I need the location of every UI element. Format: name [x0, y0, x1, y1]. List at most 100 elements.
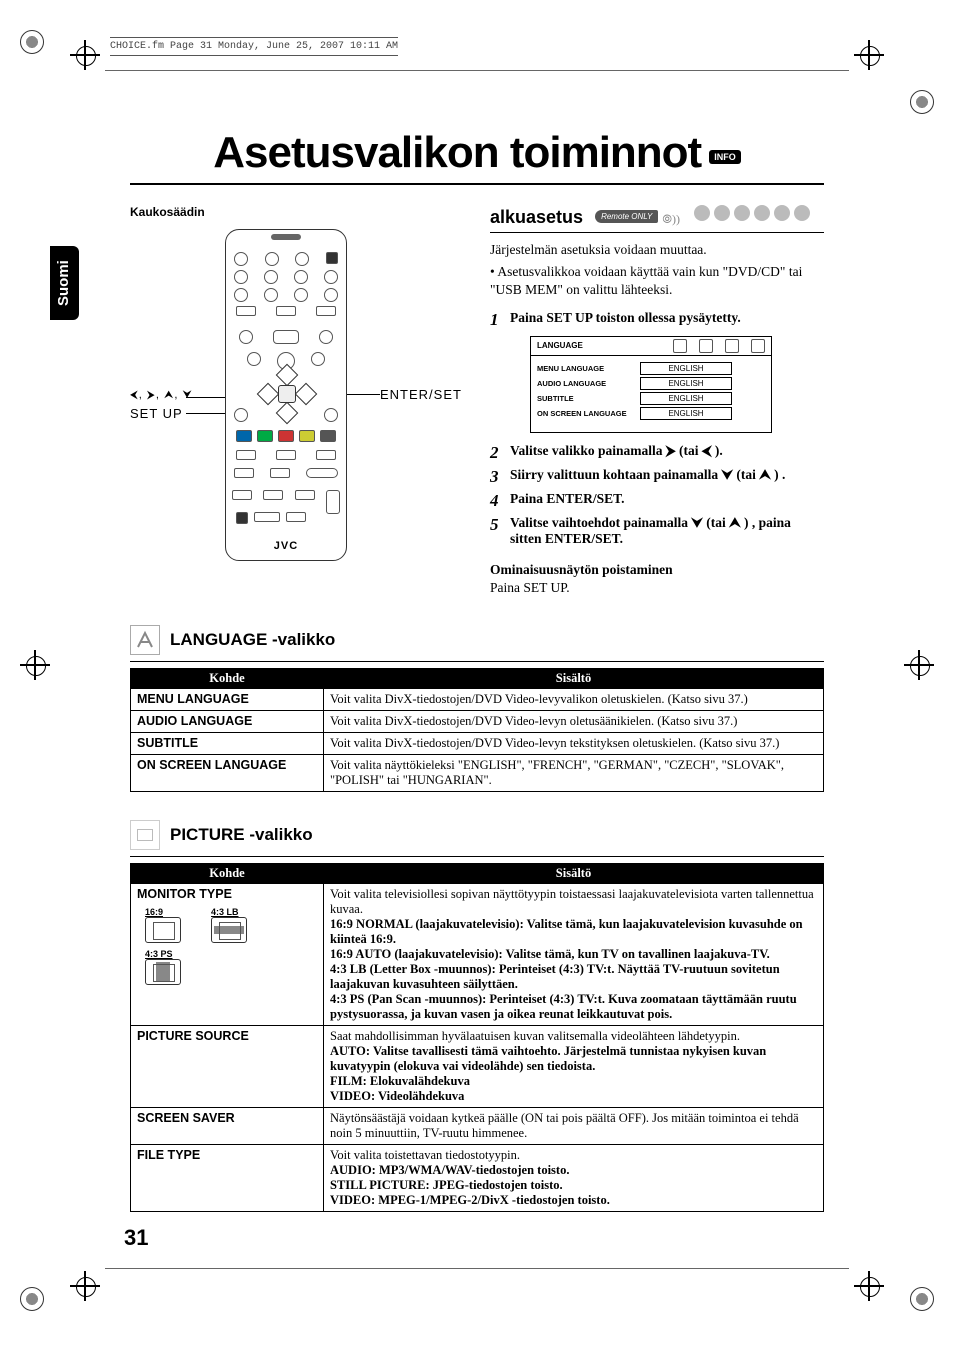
dismiss-body: Paina SET UP.: [490, 579, 824, 597]
callout-line: [345, 394, 380, 395]
remote-heading: Kaukosäädin: [130, 205, 460, 219]
rule: [130, 856, 824, 857]
table-key: FILE TYPE: [131, 1145, 324, 1212]
table-key: AUDIO LANGUAGE: [131, 711, 324, 733]
aspect-16-9-icon: [145, 917, 181, 943]
rule: [105, 70, 849, 71]
menu-key: MENU LANGUAGE: [537, 364, 632, 373]
dpad-callout: ⮜, ⮞, ⮝, ⮟: [130, 389, 193, 402]
title-block: Asetusvalikon toiminnot INFO: [70, 131, 884, 185]
setup-menu-screenshot: LANGUAGE MENU LANGUAGE ENGLISH AUDIO LANG…: [530, 336, 772, 433]
language-section-icon: [130, 625, 160, 655]
step-text: Valitse valikko painamalla ⮞ (tai ⮜ ).: [510, 443, 723, 459]
rule: [490, 232, 824, 233]
rule: [130, 661, 824, 662]
remote-only-badge: Remote ONLY: [595, 210, 658, 223]
ir-window: [271, 234, 301, 240]
other-tab-icon: [751, 339, 765, 353]
step-number: 4: [490, 491, 504, 511]
audio-tab-icon: [725, 339, 739, 353]
registration-mark: [70, 1271, 100, 1301]
col-header: Kohde: [131, 669, 324, 689]
enter-callout: ENTER/SET: [380, 387, 462, 402]
col-header: Sisältö: [324, 669, 824, 689]
step-text: Paina SET UP toiston ollessa pysäytetty.: [510, 310, 741, 326]
monitor-type-icons: 16:9 4:3 LB 4:3 PS: [137, 907, 317, 987]
language-side-tab: Suomi: [50, 246, 79, 320]
registration-mark: [20, 650, 50, 680]
table-key: MENU LANGUAGE: [131, 689, 324, 711]
decorative-dots: [690, 205, 810, 226]
section-heading: PICTURE -valikko: [130, 820, 824, 850]
col-header: Kohde: [131, 864, 324, 884]
table-key: SUBTITLE: [131, 733, 324, 755]
remote-diagram-column: Kaukosäädin ⮜, ⮞, ⮝, ⮟ SET UP ENTER/SET: [130, 205, 460, 597]
table-value: Voit valita näyttökieleksi "ENGLISH", "F…: [324, 755, 824, 792]
menu-key: SUBTITLE: [537, 394, 632, 403]
menu-value: ENGLISH: [640, 407, 732, 420]
initial-setup-column: alkuasetus Remote ONLY ⦾)) Järjestelmän …: [490, 205, 824, 597]
table-value: Voit valita DivX-tiedostojen/DVD Video-l…: [324, 733, 824, 755]
step-number: 3: [490, 467, 504, 487]
print-mark: [20, 1287, 44, 1311]
step-text: Valitse vaihtoehdot painamalla ⮟ (tai ⮝ …: [510, 515, 824, 547]
table-value: Voit valita DivX-tiedostojen/DVD Video-l…: [324, 711, 824, 733]
dpad-icon: [258, 365, 314, 421]
col-header: Sisältö: [324, 864, 824, 884]
table-value: Voit valita toistettavan tiedostotyypin.…: [324, 1145, 824, 1212]
registration-mark: [854, 1271, 884, 1301]
section-heading: LANGUAGE -valikko: [130, 625, 824, 655]
registration-mark: [854, 40, 884, 70]
table-key: MONITOR TYPE 16:9 4:3 LB 4:3 PS: [131, 884, 324, 1026]
menu-key: AUDIO LANGUAGE: [537, 379, 632, 388]
menu-value: ENGLISH: [640, 392, 732, 405]
page: CHOICE.fm Page 31 Monday, June 25, 2007 …: [0, 0, 954, 1351]
table-value: Näytönsäästäjä voidaan kytkeä päälle (ON…: [324, 1108, 824, 1145]
picture-section-icon: [130, 820, 160, 850]
subsection-heading: alkuasetus: [490, 207, 583, 228]
rule: [105, 1268, 849, 1269]
table-key: SCREEN SAVER: [131, 1108, 324, 1145]
language-tab-icon: [673, 339, 687, 353]
dismiss-heading: Ominaisuusnäytön poistaminen: [490, 561, 824, 579]
print-mark: [910, 90, 934, 114]
note-text: Asetusvalikkoa voidaan käyttää vain kun …: [490, 263, 824, 299]
setup-callout: SET UP: [130, 406, 183, 421]
language-table: Kohde Sisältö MENU LANGUAGE Voit valita …: [130, 668, 824, 792]
jvc-logo: JVC: [226, 540, 346, 552]
info-icon: INFO: [709, 150, 741, 164]
intro-text: Järjestelmän asetuksia voidaan muuttaa.: [490, 241, 824, 259]
setup-button-outline: [234, 408, 248, 422]
menu-tab-label: LANGUAGE: [537, 341, 583, 350]
table-key: ON SCREEN LANGUAGE: [131, 755, 324, 792]
table-value: Voit valita televisiollesi sopivan näytt…: [324, 884, 824, 1026]
aspect-4-3-ps-icon: [145, 959, 181, 985]
page-title: Asetusvalikon toiminnot: [213, 128, 701, 177]
rule: [130, 183, 824, 185]
menu-value: ENGLISH: [640, 362, 732, 375]
step-number: 1: [490, 310, 504, 330]
registration-mark: [904, 650, 934, 680]
picture-table: Kohde Sisältö MONITOR TYPE 16:9 4:3 LB 4…: [130, 863, 824, 1212]
registration-mark: [70, 40, 100, 70]
callout-line: [186, 397, 226, 398]
step-text: Paina ENTER/SET.: [510, 491, 625, 507]
aspect-4-3-lb-icon: [211, 917, 247, 943]
menu-value: ENGLISH: [640, 377, 732, 390]
remote-outline: JVC: [225, 229, 347, 561]
step-number: 5: [490, 515, 504, 535]
section-title: LANGUAGE -valikko: [170, 630, 335, 650]
table-value: Saat mahdollisimman hyvälaatuisen kuvan …: [324, 1026, 824, 1108]
menu-key: ON SCREEN LANGUAGE: [537, 409, 632, 418]
table-key: PICTURE SOURCE: [131, 1026, 324, 1108]
page-number: 31: [124, 1225, 148, 1251]
picture-tab-icon: [699, 339, 713, 353]
print-mark: [20, 30, 44, 54]
section-title: PICTURE -valikko: [170, 825, 313, 845]
step-number: 2: [490, 443, 504, 463]
signal-icon: ⦾)): [662, 212, 680, 226]
print-header: CHOICE.fm Page 31 Monday, June 25, 2007 …: [110, 37, 398, 56]
step-text: Siirry valittuun kohtaan painamalla ⮟ (t…: [510, 467, 785, 483]
print-mark: [910, 1287, 934, 1311]
table-value: Voit valita DivX-tiedostojen/DVD Video-l…: [324, 689, 824, 711]
